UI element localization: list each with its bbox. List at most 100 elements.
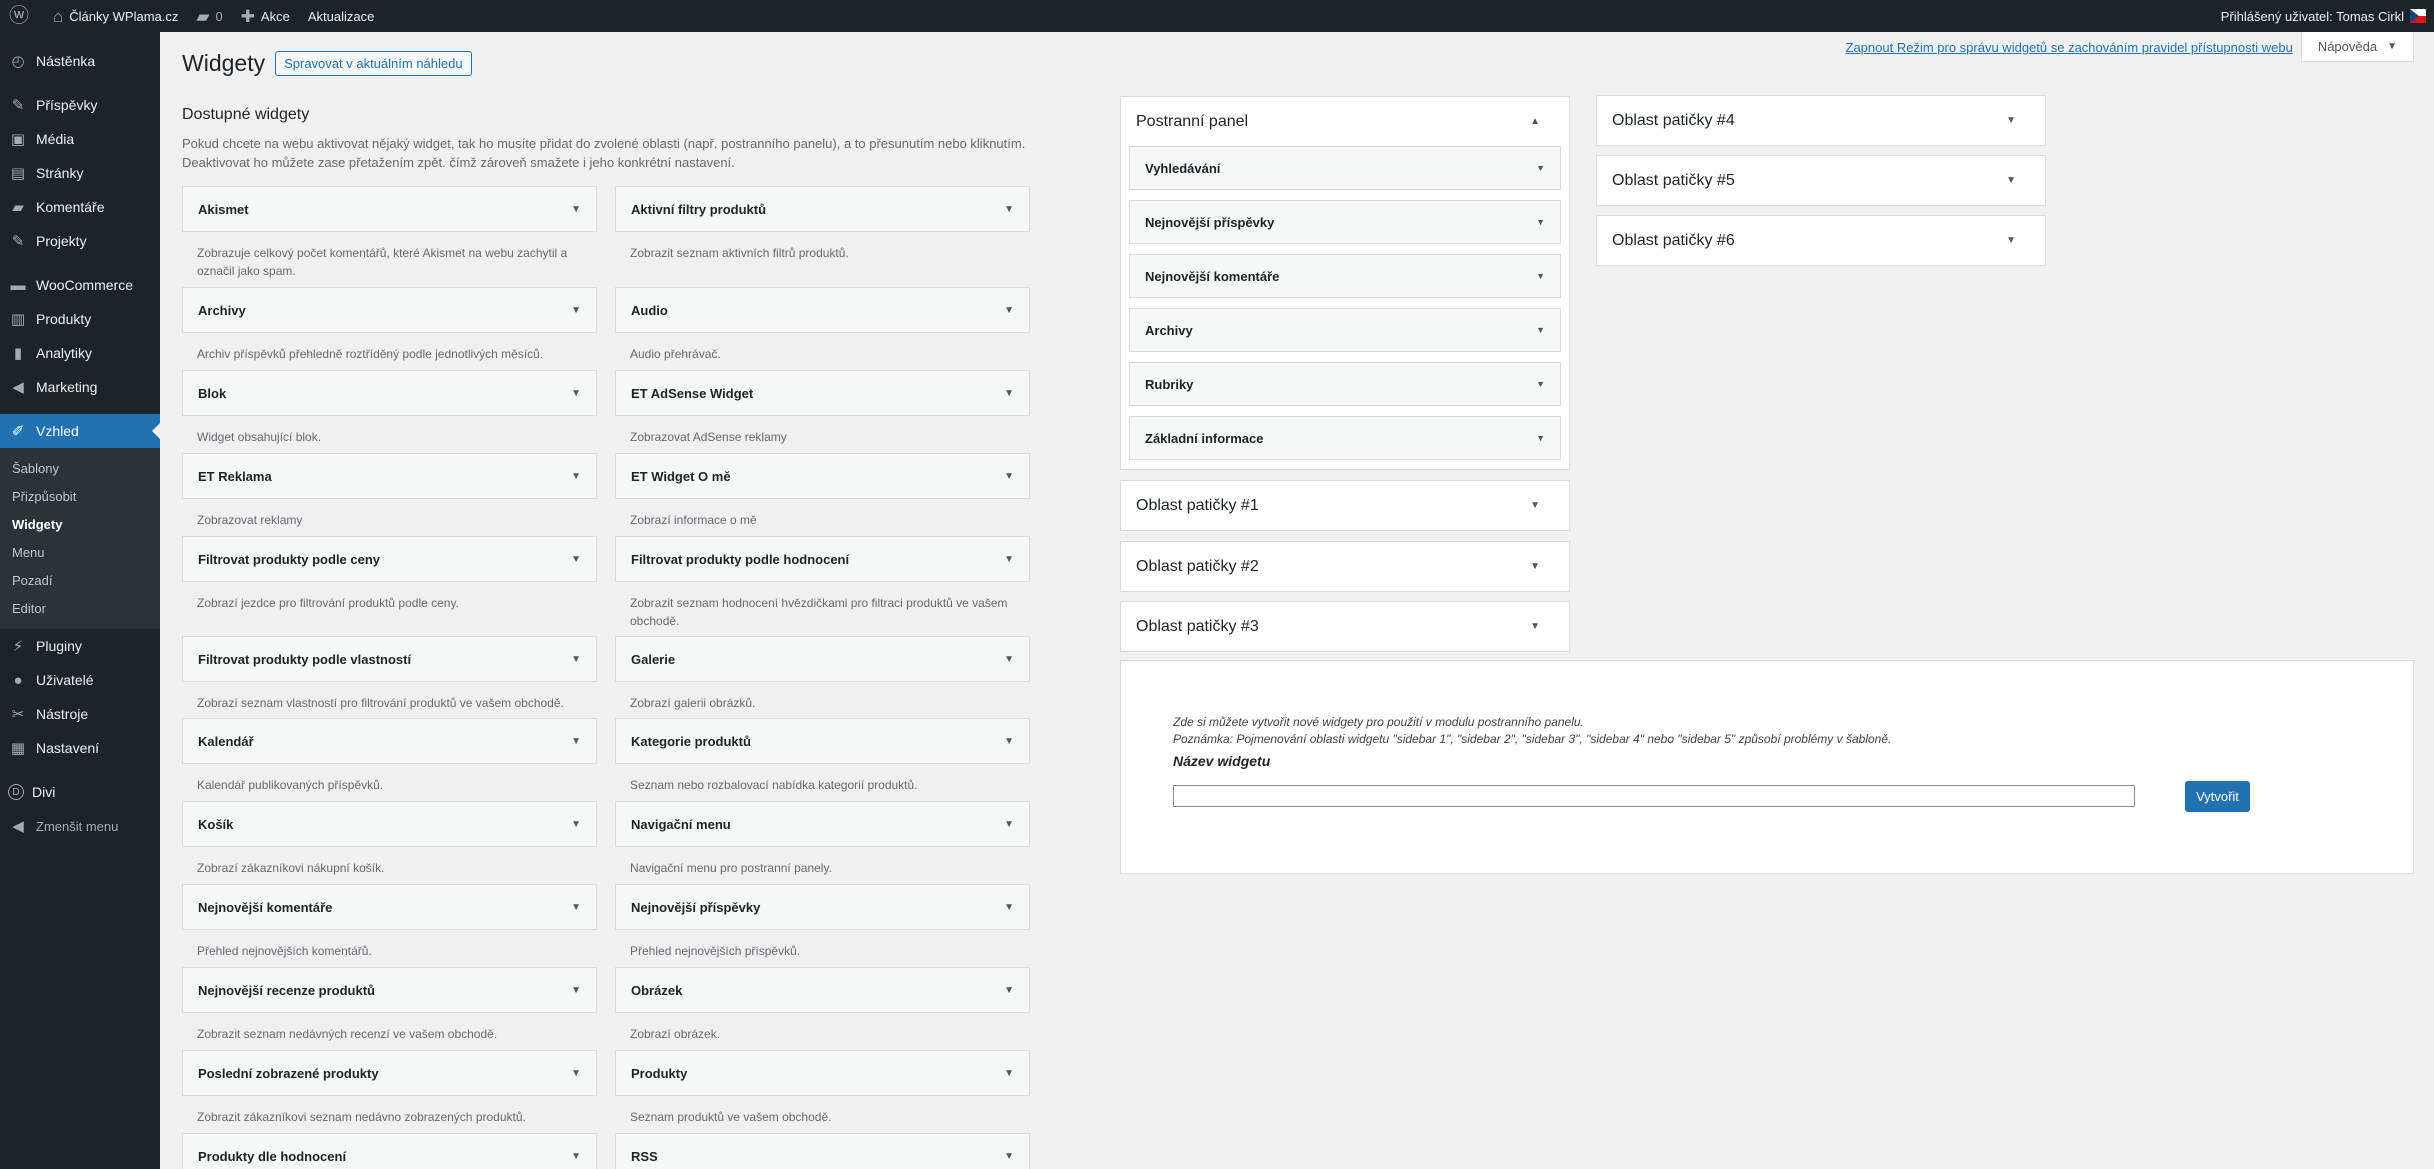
submenu-item-widgets[interactable]: Widgety (0, 511, 160, 539)
menu-item-marketing[interactable]: ◀ Marketing (0, 370, 160, 404)
widget-title-bar[interactable]: Aktivní filtry produktů ▼ (615, 186, 1030, 232)
manage-live-preview-button[interactable]: Spravovat v aktuálním náhledu (275, 51, 472, 76)
widget-area-footer-3[interactable]: Oblast patičky #3 ▼ (1120, 601, 1570, 652)
placed-widget[interactable]: Archivy ▼ (1129, 308, 1561, 352)
caret-down-icon[interactable]: ▼ (571, 388, 581, 399)
widget-title-bar[interactable]: Obrázek ▼ (615, 967, 1030, 1013)
menu-item-users[interactable]: ● Uživatelé (0, 663, 160, 697)
widget-title-bar[interactable]: Nejnovější komentáře ▼ (182, 884, 597, 930)
widget-title-bar[interactable]: Filtrovat produkty podle vlastností ▼ (182, 636, 597, 682)
widget-area-footer-1[interactable]: Oblast patičky #1 ▼ (1120, 480, 1570, 531)
caret-down-icon[interactable]: ▼ (1004, 736, 1014, 747)
widget-name-input[interactable] (1173, 785, 2135, 807)
collapse-menu-button[interactable]: ◀ Zmenšit menu (0, 809, 160, 843)
widget-title-bar[interactable]: Filtrovat produkty podle ceny ▼ (182, 536, 597, 582)
help-tab-button[interactable]: Nápověda ▼ (2300, 32, 2414, 62)
caret-down-icon[interactable]: ▼ (1536, 433, 1545, 443)
caret-down-icon[interactable]: ▼ (1536, 379, 1545, 389)
accessibility-mode-link[interactable]: Zapnout Režim pro správu widgetů se zach… (1846, 40, 2293, 55)
caret-down-icon[interactable]: ▼ (1004, 471, 1014, 482)
caret-down-icon[interactable]: ▼ (1004, 388, 1014, 399)
caret-down-icon[interactable]: ▼ (1004, 902, 1014, 913)
widget-title-bar[interactable]: ET AdSense Widget ▼ (615, 370, 1030, 416)
menu-item-dashboard[interactable]: ◴ Nástěnka (0, 44, 160, 78)
caret-down-icon[interactable]: ▼ (571, 985, 581, 996)
widget-area-header[interactable]: Postranní panel ▲ (1121, 97, 1569, 146)
comments-link[interactable]: ▰ 0 (187, 0, 231, 32)
widget-title-bar[interactable]: Produkty ▼ (615, 1050, 1030, 1096)
widget-title-bar[interactable]: Audio ▼ (615, 287, 1030, 333)
menu-item-appearance[interactable]: ✐ Vzhled (0, 414, 160, 448)
submenu-item-customize[interactable]: Přizpůsobit (0, 483, 160, 511)
caret-down-icon[interactable]: ▼ (571, 736, 581, 747)
widget-title-bar[interactable]: ET Widget O mě ▼ (615, 453, 1030, 499)
widget-title-bar[interactable]: Nejnovější recenze produktů ▼ (182, 967, 597, 1013)
placed-widget[interactable]: Vyhledávání ▼ (1129, 146, 1561, 190)
caret-down-icon[interactable]: ▼ (1004, 1151, 1014, 1162)
widget-title-bar[interactable]: Kalendář ▼ (182, 718, 597, 764)
caret-down-icon[interactable]: ▼ (1004, 819, 1014, 830)
menu-item-products[interactable]: ▥ Produkty (0, 302, 160, 336)
menu-item-woocommerce[interactable]: ▬ WooCommerce (0, 268, 160, 302)
site-name-link[interactable]: ⌂ Články WPlama.cz (44, 0, 187, 32)
placed-widget[interactable]: Nejnovější komentáře ▼ (1129, 254, 1561, 298)
widget-title-bar[interactable]: Poslední zobrazené produkty ▼ (182, 1050, 597, 1096)
widget-title-bar[interactable]: Blok ▼ (182, 370, 597, 416)
submenu-item-menus[interactable]: Menu (0, 539, 160, 567)
menu-item-divi[interactable]: D Divi (0, 775, 160, 809)
caret-down-icon[interactable]: ▼ (1004, 554, 1014, 565)
caret-down-icon[interactable]: ▼ (571, 554, 581, 565)
caret-down-icon[interactable]: ▼ (571, 471, 581, 482)
caret-down-icon[interactable]: ▼ (571, 305, 581, 316)
caret-down-icon[interactable]: ▼ (1536, 217, 1545, 227)
caret-down-icon[interactable]: ▼ (1004, 204, 1014, 215)
widget-title-bar[interactable]: Nejnovější příspěvky ▼ (615, 884, 1030, 930)
placed-widget[interactable]: Základní informace ▼ (1129, 416, 1561, 460)
menu-item-settings[interactable]: ▦ Nastavení (0, 731, 160, 765)
caret-down-icon[interactable]: ▼ (1536, 271, 1545, 281)
widget-title-bar[interactable]: Košík ▼ (182, 801, 597, 847)
menu-item-projects[interactable]: ✎ Projekty (0, 224, 160, 258)
menu-item-comments[interactable]: ▰ Komentáře (0, 190, 160, 224)
menu-item-media[interactable]: ▣ Média (0, 122, 160, 156)
submenu-item-themes[interactable]: Šablony (0, 455, 160, 483)
caret-down-icon[interactable]: ▼ (1004, 985, 1014, 996)
widget-title-bar[interactable]: ET Reklama ▼ (182, 453, 597, 499)
caret-down-icon[interactable]: ▼ (1004, 654, 1014, 665)
menu-item-plugins[interactable]: ⚡ Pluginy (0, 629, 160, 663)
widget-title-bar[interactable]: Akismet ▼ (182, 186, 597, 232)
submenu-item-background[interactable]: Pozadí (0, 567, 160, 595)
caret-down-icon[interactable]: ▼ (571, 654, 581, 665)
placed-widget[interactable]: Rubriky ▼ (1129, 362, 1561, 406)
widget-title-bar[interactable]: Produkty dle hodnocení ▼ (182, 1133, 597, 1169)
placed-widget[interactable]: Nejnovější příspěvky ▼ (1129, 200, 1561, 244)
menu-item-pages[interactable]: ▤ Stránky (0, 156, 160, 190)
caret-down-icon[interactable]: ▼ (571, 204, 581, 215)
caret-down-icon[interactable]: ▼ (1536, 325, 1545, 335)
caret-down-icon[interactable]: ▼ (1536, 163, 1545, 173)
widget-title-bar[interactable]: RSS ▼ (615, 1133, 1030, 1169)
create-button[interactable]: Vytvořit (2185, 781, 2250, 812)
caret-down-icon[interactable]: ▼ (571, 1068, 581, 1079)
caret-down-icon[interactable]: ▼ (571, 902, 581, 913)
widget-title-bar[interactable]: Navigační menu ▼ (615, 801, 1030, 847)
wordpress-logo-menu[interactable]: ⓦ (0, 0, 44, 32)
widget-title-bar[interactable]: Filtrovat produkty podle hodnocení ▼ (615, 536, 1030, 582)
caret-down-icon[interactable]: ▼ (1004, 305, 1014, 316)
caret-down-icon[interactable]: ▼ (1004, 1068, 1014, 1079)
widget-title-bar[interactable]: Kategorie produktů ▼ (615, 718, 1030, 764)
menu-item-posts[interactable]: ✎ Příspěvky (0, 88, 160, 122)
widget-area-footer-5[interactable]: Oblast patičky #5 ▼ (1596, 155, 2046, 206)
widget-area-footer-2[interactable]: Oblast patičky #2 ▼ (1120, 541, 1570, 592)
updates-link[interactable]: Aktualizace (299, 0, 383, 32)
menu-item-tools[interactable]: ✂ Nástroje (0, 697, 160, 731)
widget-area-footer-4[interactable]: Oblast patičky #4 ▼ (1596, 95, 2046, 146)
caret-down-icon[interactable]: ▼ (571, 1151, 581, 1162)
menu-item-analytics[interactable]: ▮ Analytiky (0, 336, 160, 370)
new-content-menu[interactable]: ✚ Akce (232, 0, 299, 32)
widget-title-bar[interactable]: Galerie ▼ (615, 636, 1030, 682)
widget-area-footer-6[interactable]: Oblast patičky #6 ▼ (1596, 215, 2046, 266)
submenu-item-editor[interactable]: Editor (0, 595, 160, 623)
widget-title-bar[interactable]: Archivy ▼ (182, 287, 597, 333)
my-account-menu[interactable]: Přihlášený uživatel: Tomas Cirkl (2212, 0, 2426, 32)
